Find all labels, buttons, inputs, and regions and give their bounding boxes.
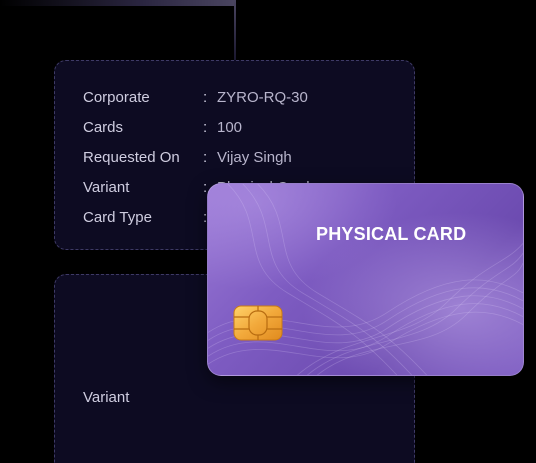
- detail-row-requested-on: Requested On : Vijay Singh: [83, 147, 292, 167]
- detail-label: Requested On: [83, 148, 180, 166]
- detail-label: Card Type: [83, 208, 152, 226]
- sim-chip-icon: [233, 305, 283, 341]
- detail-value: ZYRO-RQ-30: [217, 88, 308, 106]
- card-wave-pattern: [208, 184, 523, 375]
- detail-row-corporate: Corporate : ZYRO-RQ-30: [83, 87, 308, 107]
- decorative-connector: [234, 0, 236, 60]
- detail-colon: :: [203, 88, 208, 106]
- detail-label: Cards: [83, 118, 124, 136]
- detail-value: Vijay Singh: [217, 148, 292, 166]
- detail-label: Corporate: [83, 88, 150, 106]
- detail-value: 100: [217, 118, 243, 136]
- physical-card: PHYSICAL CARD: [207, 183, 524, 376]
- card-title: PHYSICAL CARD: [316, 224, 467, 244]
- variant-label: Variant: [83, 389, 130, 406]
- detail-label: Variant: [83, 178, 130, 196]
- detail-colon: :: [203, 148, 208, 166]
- detail-row-card-type: Card Type :: [83, 207, 217, 227]
- decorative-top-line: [0, 0, 236, 6]
- detail-row-cards: Cards : 100: [83, 117, 242, 137]
- detail-colon: :: [203, 118, 208, 136]
